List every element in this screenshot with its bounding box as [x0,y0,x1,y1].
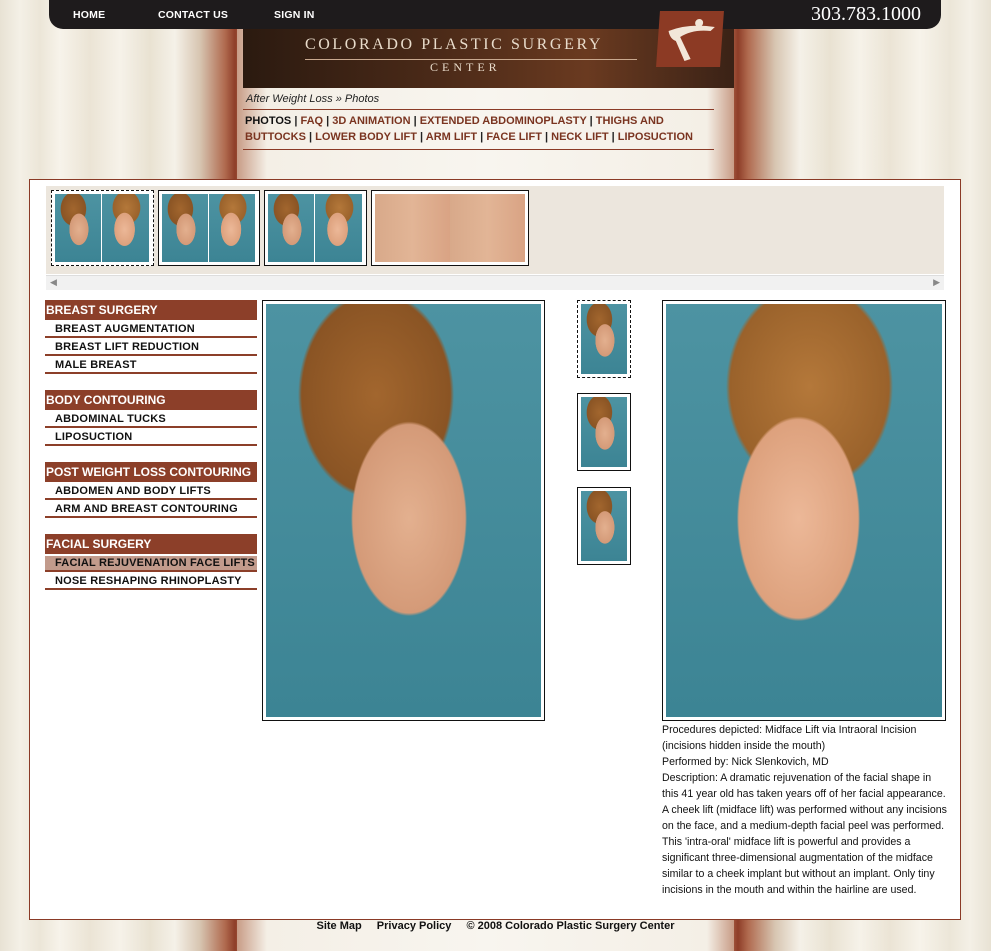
thumbnail-scrollbar[interactable]: ◀ ▶ [46,275,944,290]
angle-photo [581,397,627,467]
divider [243,149,714,150]
breadcrumb-separator: » [335,93,342,105]
gallery-content: ◀ ▶ BREAST SURGERY BREAST AUGMENTATION B… [29,179,961,920]
footer-copyright: © 2008 Colorado Plastic Surgery Center [466,920,675,932]
subnav-lower-body-lift[interactable]: LOWER BODY LIFT [315,131,417,143]
procedure-subnav: PHOTOS | FAQ | 3D ANIMATION | EXTENDED A… [245,113,725,145]
after-photo [315,194,362,262]
angle-thumb-profile[interactable] [577,487,631,565]
after-photo [450,194,525,262]
breadcrumb-current: Photos [344,93,380,105]
gallery-thumb-1[interactable] [51,190,154,266]
subnav-liposuction[interactable]: LIPOSUCTION [618,131,693,143]
subnav-separator: | [326,115,330,127]
subnav-separator: | [611,131,615,143]
subnav-separator: | [294,115,298,127]
sidebar-item-breast-augmentation[interactable]: BREAST AUGMENTATION [45,322,257,338]
scroll-left-icon[interactable]: ◀ [50,277,57,288]
subnav-faq[interactable]: FAQ [300,115,323,127]
nav-home-link[interactable]: HOME [73,9,105,21]
footer-privacy-link[interactable]: Privacy Policy [377,920,452,932]
gallery-thumb-4[interactable] [371,190,529,266]
angle-photo [581,491,627,561]
subnav-arm-lift[interactable]: ARM LIFT [426,131,477,143]
category-facial-surgery[interactable]: FACIAL SURGERY [45,534,257,554]
category-body-contouring[interactable]: BODY CONTOURING [45,390,257,410]
sidebar-item-nose-reshaping[interactable]: NOSE RESHAPING RHINOPLASTY [45,574,257,590]
subnav-separator: | [589,115,593,127]
subnav-neck-lift[interactable]: NECK LIFT [551,131,608,143]
angle-thumb-oblique[interactable] [577,300,631,378]
before-photo [55,194,101,262]
subnav-separator: | [420,131,424,143]
subnav-photos[interactable]: PHOTOS [245,115,291,127]
after-photo-large[interactable] [662,300,946,721]
brand-name: COLORADO PLASTIC SURGERY [305,36,603,53]
after-photo [102,194,149,262]
case-description: Procedures depicted: Midface Lift via In… [662,722,947,898]
before-photo-large[interactable] [262,300,545,721]
footer-sitemap-link[interactable]: Site Map [317,920,362,932]
divider [243,109,714,110]
sidebar-item-male-breast[interactable]: MALE BREAST [45,358,257,374]
top-nav-bar: HOME CONTACT US SIGN IN 303.783.1000 [49,0,941,29]
scroll-right-icon[interactable]: ▶ [933,277,940,288]
gallery-thumb-3[interactable] [264,190,367,266]
category-breast-surgery[interactable]: BREAST SURGERY [45,300,257,320]
logo-icon [656,11,724,67]
subnav-separator: | [308,131,313,143]
before-photo [268,194,314,262]
header-banner[interactable]: COLORADO PLASTIC SURGERY CENTER [243,11,734,88]
footer: Site Map Privacy Policy © 2008 Colorado … [0,920,991,932]
procedure-sidebar: BREAST SURGERY BREAST AUGMENTATION BREAS… [45,300,257,590]
subnav-separator: | [544,131,549,143]
sidebar-item-facial-rejuvenation[interactable]: FACIAL REJUVENATION FACE LIFTS [45,556,257,572]
after-photo-image [666,304,942,717]
sidebar-item-arm-breast-contouring[interactable]: ARM AND BREAST CONTOURING [45,502,257,518]
breadcrumb: After Weight Loss » Photos [246,93,379,105]
before-photo [375,194,450,262]
phone-number: 303.783.1000 [811,3,921,25]
angle-photo [581,304,627,374]
thumbnail-strip [46,186,944,274]
subnav-3d-animation[interactable]: 3D ANIMATION [332,115,410,127]
subnav-separator: | [413,115,417,127]
nav-contact-link[interactable]: CONTACT US [158,9,228,21]
before-photo [162,194,208,262]
subnav-extended-abdominoplasty[interactable]: EXTENDED ABDOMINOPLASTY [420,115,587,127]
procedures-depicted: Procedures depicted: Midface Lift via In… [662,724,917,752]
sidebar-item-abdomen-body-lifts[interactable]: ABDOMEN AND BODY LIFTS [45,484,257,500]
brand-subname: CENTER [430,60,501,74]
performed-by: Performed by: Nick Slenkovich, MD [662,756,829,768]
sidebar-item-abdominal-tucks[interactable]: ABDOMINAL TUCKS [45,412,257,428]
subnav-separator: | [480,131,484,143]
subnav-face-lift[interactable]: FACE LIFT [486,131,542,143]
angle-thumb-front[interactable] [577,393,631,471]
gallery-thumb-2[interactable] [158,190,260,266]
sidebar-item-breast-lift-reduction[interactable]: BREAST LIFT REDUCTION [45,340,257,356]
category-post-weight-loss[interactable]: POST WEIGHT LOSS CONTOURING [45,462,257,482]
sidebar-item-liposuction[interactable]: LIPOSUCTION [45,430,257,446]
breadcrumb-parent-link[interactable]: After Weight Loss [246,93,333,105]
before-photo-image [266,304,541,717]
description-text: Description: A dramatic rejuvenation of … [662,772,947,896]
nav-signin-link[interactable]: SIGN IN [274,9,315,21]
after-photo [209,194,255,262]
